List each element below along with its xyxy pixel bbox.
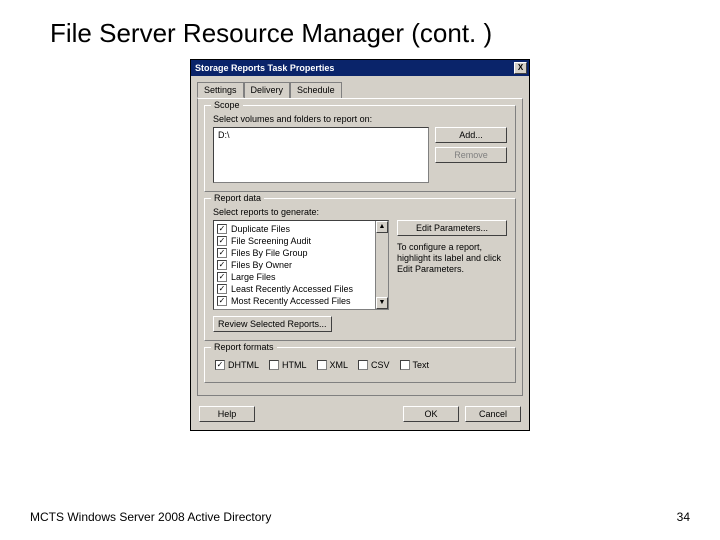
help-button[interactable]: Help — [199, 406, 255, 422]
report-item[interactable]: Files By File Group — [231, 247, 308, 259]
report-item[interactable]: Most Recently Accessed Files — [231, 295, 351, 307]
cancel-button[interactable]: Cancel — [465, 406, 521, 422]
check-icon[interactable]: ✓ — [217, 224, 227, 234]
edit-parameters-button[interactable]: Edit Parameters... — [397, 220, 507, 236]
format-xml: XML — [330, 360, 349, 370]
format-csv: CSV — [371, 360, 390, 370]
tab-schedule[interactable]: Schedule — [290, 82, 342, 98]
format-html: HTML — [282, 360, 307, 370]
report-item[interactable]: Duplicate Files — [231, 223, 290, 235]
report-item[interactable]: Large Files — [231, 271, 276, 283]
close-button[interactable]: X — [514, 62, 527, 74]
scope-legend: Scope — [211, 100, 243, 110]
ok-button[interactable]: OK — [403, 406, 459, 422]
check-icon[interactable]: ✓ — [217, 248, 227, 258]
remove-button[interactable]: Remove — [435, 147, 507, 163]
tab-delivery[interactable]: Delivery — [244, 82, 291, 98]
footer-text: MCTS Windows Server 2008 Active Director… — [30, 510, 271, 524]
format-dhtml: DHTML — [228, 360, 259, 370]
reportdata-legend: Report data — [211, 193, 264, 203]
check-icon[interactable]: ✓ — [215, 360, 225, 370]
check-icon[interactable] — [400, 360, 410, 370]
scope-listbox[interactable]: D:\ — [213, 127, 429, 183]
format-text: Text — [413, 360, 430, 370]
scroll-down-icon[interactable]: ▼ — [376, 297, 388, 309]
reportdata-group: Report data Select reports to generate: … — [204, 198, 516, 341]
slide-title: File Server Resource Manager (cont. ) — [0, 0, 720, 59]
check-icon[interactable]: ✓ — [217, 272, 227, 282]
formats-group: Report formats ✓DHTML HTML XML CSV Text — [204, 347, 516, 383]
page-number: 34 — [677, 510, 690, 524]
check-icon[interactable] — [317, 360, 327, 370]
report-item[interactable]: File Screening Audit — [231, 235, 311, 247]
scope-group: Scope Select volumes and folders to repo… — [204, 105, 516, 192]
add-button[interactable]: Add... — [435, 127, 507, 143]
scrollbar[interactable]: ▲ ▼ — [375, 221, 388, 309]
tab-settings[interactable]: Settings — [197, 82, 244, 98]
dialog-button-bar: Help OK Cancel — [191, 402, 529, 430]
scroll-up-icon[interactable]: ▲ — [376, 221, 388, 233]
title-bar: Storage Reports Task Properties X — [191, 60, 529, 76]
tab-strip: Settings Delivery Schedule — [197, 82, 523, 98]
dialog-title: Storage Reports Task Properties — [195, 63, 334, 73]
report-item[interactable]: Least Recently Accessed Files — [231, 283, 353, 295]
scope-label: Select volumes and folders to report on: — [213, 114, 507, 124]
review-reports-button[interactable]: Review Selected Reports... — [213, 316, 332, 332]
edit-parameters-hint: To configure a report, highlight its lab… — [397, 242, 507, 275]
check-icon[interactable]: ✓ — [217, 260, 227, 270]
formats-legend: Report formats — [211, 342, 277, 352]
reportdata-label: Select reports to generate: — [213, 207, 507, 217]
report-item[interactable]: Files By Owner — [231, 259, 292, 271]
check-icon[interactable]: ✓ — [217, 284, 227, 294]
check-icon[interactable]: ✓ — [217, 296, 227, 306]
check-icon[interactable]: ✓ — [217, 236, 227, 246]
scope-item[interactable]: D:\ — [218, 130, 424, 140]
check-icon[interactable] — [358, 360, 368, 370]
check-icon[interactable] — [269, 360, 279, 370]
settings-panel: Scope Select volumes and folders to repo… — [197, 98, 523, 396]
reports-listbox[interactable]: ✓ Duplicate Files ✓ File Screening Audit ✓… — [213, 220, 389, 310]
dialog-window: Storage Reports Task Properties X Settin… — [190, 59, 530, 431]
